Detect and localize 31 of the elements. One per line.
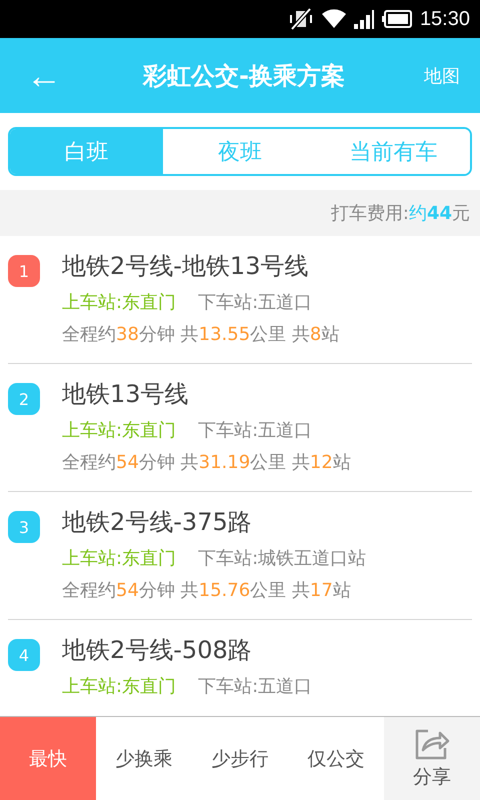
route-number: 3 (8, 511, 40, 543)
route-summary: 全程约38分钟 共13.55公里 共8站 (62, 323, 340, 346)
boarding-station: 上车站:东直门 (62, 547, 176, 570)
route-number: 4 (8, 639, 40, 671)
signal-icon (354, 9, 374, 29)
route-item[interactable]: 3 地铁2号线-375路 上车站:东直门 下车站:城铁五道口站 全程约54分钟 共15.76公里 共17站 (8, 492, 472, 620)
share-icon (414, 728, 450, 760)
taxi-fare: 打车费用:约44元 (330, 202, 470, 225)
route-number: 1 (8, 255, 40, 287)
boarding-station: 上车站:东直门 (62, 419, 176, 442)
route-summary: 全程约54分钟 共15.76公里 共17站 (62, 579, 352, 602)
vibrate-off-icon (288, 7, 314, 31)
boarding-station: 上车站:东直门 (62, 291, 176, 314)
share-button[interactable]: 分享 (384, 717, 480, 800)
route-summary: 全程约54分钟 共31.19公里 共12站 (62, 451, 351, 474)
battery-icon (382, 10, 412, 28)
boarding-station: 上车站:东直门 (62, 675, 176, 698)
alighting-station: 下车站:五道口 (198, 419, 312, 442)
alighting-station: 下车站:城铁五道口站 (198, 547, 366, 570)
route-number: 2 (8, 383, 40, 415)
route-title: 地铁2号线-508路 (62, 635, 253, 666)
wifi-icon (322, 9, 346, 29)
route-item[interactable]: 2 地铁13号线 上车站:东直门 下车站:五道口 全程约54分钟 共31.19公里 共12站 (8, 364, 472, 492)
route-title: 地铁2号线-地铁13号线 (62, 251, 310, 282)
alighting-station: 下车站:五道口 (198, 675, 312, 698)
route-item[interactable]: 1 地铁2号线-地铁13号线 上车站:东直门 下车站:五道口 全程约38分钟 共13.55公里 共8站 (8, 236, 472, 364)
route-title: 地铁13号线 (62, 379, 190, 410)
route-title: 地铁2号线-375路 (62, 507, 253, 538)
page-title: 彩虹公交-换乘方案 (142, 60, 346, 92)
status-time: 15:30 (420, 8, 470, 30)
alighting-station: 下车站:五道口 (198, 291, 312, 314)
